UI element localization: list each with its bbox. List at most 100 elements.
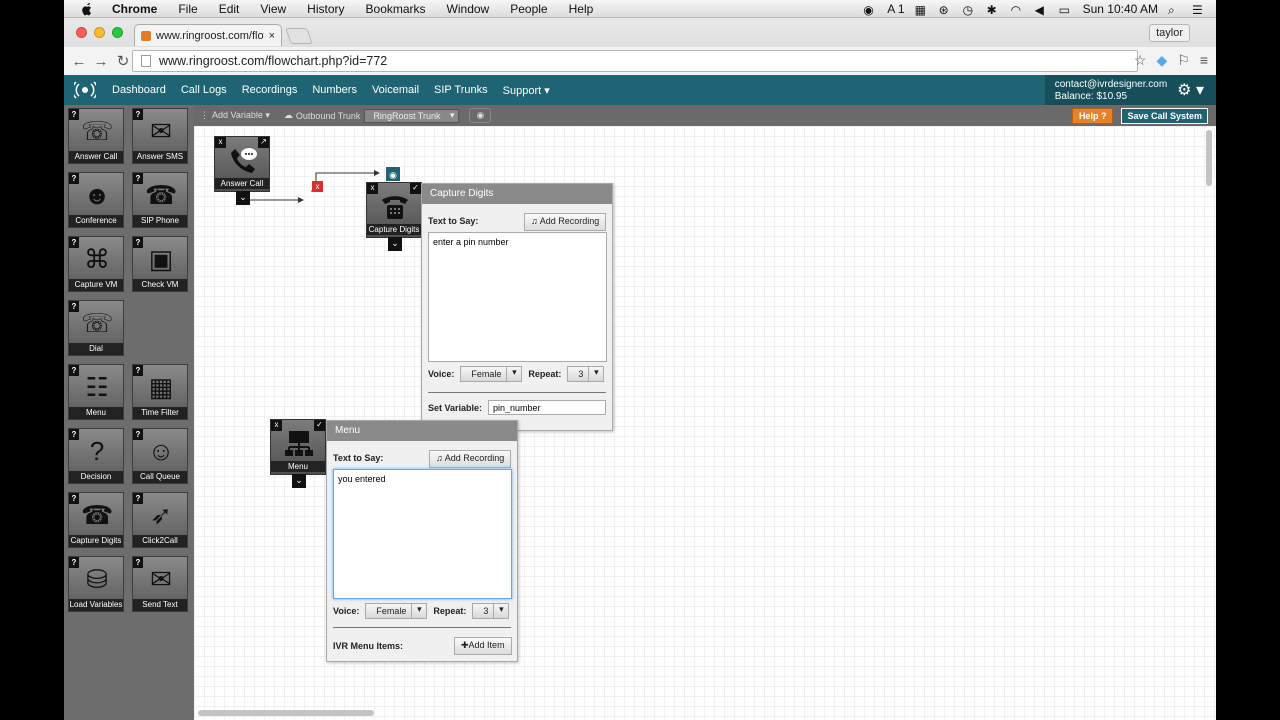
help-question-icon[interactable]: ? (69, 301, 79, 312)
help-question-icon[interactable]: ? (69, 365, 79, 376)
ringroost-logo-icon[interactable] (71, 81, 99, 99)
help-question-icon[interactable]: ? (133, 173, 143, 184)
time-machine-icon[interactable]: ◷ (963, 3, 977, 17)
widget-capture-vm[interactable]: ? ⌘ Capture VM (68, 236, 124, 292)
widget-decision[interactable]: ?? Decision (68, 428, 124, 484)
horizontal-scrollbar[interactable] (198, 710, 374, 716)
add-recording-button[interactable]: ♫ Add Recording (524, 213, 607, 231)
help-question-icon[interactable]: ? (69, 493, 79, 504)
widget-answer-call[interactable]: ? ☏ Answer Call (68, 108, 124, 164)
adobe-status[interactable]: A 1 (887, 2, 904, 16)
battery-icon[interactable]: ▭ (1059, 3, 1073, 17)
widget-click2call[interactable]: ? ➶ Click2Call (132, 492, 188, 548)
preview-eye-icon[interactable]: ◉ (469, 108, 492, 123)
os-menu-help[interactable]: Help (569, 2, 594, 16)
nav-recordings[interactable]: Recordings (242, 84, 298, 96)
repeat-select[interactable]: 3 (567, 366, 605, 382)
tab-close-icon[interactable]: × (269, 30, 275, 42)
nav-sip-trunks[interactable]: SIP Trunks (434, 84, 488, 96)
flowchart-canvas[interactable]: x ◉ x ↗ Answer Call ⌄ x ✓ Capture Digits… (194, 126, 1216, 720)
repeat-select[interactable]: 3 (472, 603, 510, 619)
back-icon[interactable]: ← (68, 53, 90, 70)
chevron-down-icon[interactable]: ⌄ (292, 474, 306, 488)
nav-call-logs[interactable]: Call Logs (181, 84, 227, 96)
help-question-icon[interactable]: ? (133, 365, 143, 376)
node-expand-icon[interactable]: ↗ (258, 137, 269, 148)
vertical-scrollbar[interactable] (1206, 130, 1212, 186)
node-check-icon[interactable]: ✓ (410, 183, 421, 194)
trunk-select[interactable]: RingRoost Trunk (364, 108, 460, 123)
new-tab-button[interactable] (285, 28, 313, 44)
node-menu[interactable]: x ✓ Menu ⌄ (270, 419, 326, 488)
account-email[interactable]: contact@ivrdesigner.com (1055, 79, 1167, 91)
wifi-icon[interactable]: ◠ (1011, 3, 1025, 17)
widget-load-variables[interactable]: ? ⛁ Load Variables (68, 556, 124, 612)
chevron-down-icon[interactable]: ⌄ (388, 237, 402, 251)
help-question-icon[interactable]: ? (69, 173, 79, 184)
widget-check-vm[interactable]: ? ▣ Check VM (132, 236, 188, 292)
help-question-icon[interactable]: ? (69, 429, 79, 440)
chevron-down-icon[interactable]: ⌄ (236, 191, 250, 205)
os-menu-window[interactable]: Window (447, 2, 490, 16)
zoom-window-button[interactable] (112, 27, 123, 38)
os-menu-people[interactable]: People (510, 2, 547, 16)
node-check-icon[interactable]: ✓ (314, 420, 325, 431)
help-question-icon[interactable]: ? (69, 237, 79, 248)
os-menu-history[interactable]: History (307, 2, 344, 16)
nav-dashboard[interactable]: Dashboard (112, 84, 166, 96)
bluetooth-icon[interactable]: ✱ (987, 3, 1001, 17)
widget-sip-phone[interactable]: ? ☎ SIP Phone (132, 172, 188, 228)
help-question-icon[interactable]: ? (69, 557, 79, 568)
extension-2-icon[interactable]: ⚐ (1177, 52, 1190, 69)
voice-select[interactable]: Female (460, 366, 523, 382)
profile-button[interactable]: taylor (1149, 24, 1190, 42)
os-menu-edit[interactable]: Edit (219, 2, 240, 16)
nav-numbers[interactable]: Numbers (312, 84, 357, 96)
close-window-button[interactable] (76, 27, 87, 38)
help-question-icon[interactable]: ? (133, 237, 143, 248)
help-question-icon[interactable]: ? (133, 493, 143, 504)
help-button[interactable]: Help ? (1071, 107, 1114, 124)
node-answer-call[interactable]: x ↗ Answer Call ⌄ (214, 136, 270, 205)
node-capture-digits[interactable]: x ✓ Capture Digits ⌄ (366, 182, 422, 251)
widget-call-queue[interactable]: ? ☺ Call Queue (132, 428, 188, 484)
volume-icon[interactable]: ◀ (1035, 3, 1049, 17)
forward-icon[interactable]: → (90, 53, 112, 70)
node-delete-icon[interactable]: x (271, 420, 282, 431)
address-bar[interactable]: www.ringroost.com/flowchart.php?id=772 (132, 50, 1138, 72)
text-to-say-input[interactable]: you entered (333, 469, 512, 599)
os-menu-file[interactable]: File (178, 2, 197, 16)
help-question-icon[interactable]: ? (133, 557, 143, 568)
apple-icon[interactable] (80, 2, 96, 16)
spotlight-icon[interactable]: ⌕ (1168, 3, 1182, 17)
widget-dial[interactable]: ? ☏ Dial (68, 300, 124, 356)
widget-conference[interactable]: ? ☻ Conference (68, 172, 124, 228)
help-question-icon[interactable]: ? (133, 429, 143, 440)
record-icon[interactable]: ◉ (863, 3, 877, 17)
widget-capture-digits[interactable]: ? ☎ Capture Digits (68, 492, 124, 548)
os-menu-view[interactable]: View (260, 2, 286, 16)
extension-icon[interactable]: ◆ (1156, 52, 1167, 69)
widget-menu[interactable]: ? ☷ Menu (68, 364, 124, 420)
nav-support[interactable]: Support ▾ (503, 84, 550, 97)
reload-icon[interactable]: ↻ (112, 52, 134, 70)
add-recording-button[interactable]: ♫ Add Recording (429, 450, 512, 468)
widget-send-text[interactable]: ? ✉ Send Text (132, 556, 188, 612)
add-item-button[interactable]: ✚Add Item (454, 637, 512, 655)
os-menu-app[interactable]: Chrome (112, 2, 157, 16)
delete-connection-icon[interactable]: x (312, 181, 323, 192)
notification-icon[interactable]: ☰ (1192, 3, 1206, 17)
clock[interactable]: Sun 10:40 AM (1083, 2, 1158, 16)
minimize-window-button[interactable] (94, 27, 105, 38)
bookmark-star-icon[interactable]: ☆ (1134, 52, 1147, 69)
help-question-icon[interactable]: ? (69, 109, 79, 120)
set-variable-input[interactable] (488, 400, 607, 415)
add-variable-button[interactable]: ⋮ Add Variable ▾ (200, 110, 270, 121)
help-question-icon[interactable]: ? (133, 109, 143, 120)
grid-icon[interactable]: ▦ (915, 3, 929, 17)
os-menu-bookmarks[interactable]: Bookmarks (366, 2, 426, 16)
browser-tab[interactable]: www.ringroost.com/flowch × (134, 24, 282, 46)
nav-voicemail[interactable]: Voicemail (372, 84, 419, 96)
widget-time-filter[interactable]: ? ▦ Time Filter (132, 364, 188, 420)
settings-gear-icon[interactable]: ⚙ ▾ (1177, 83, 1204, 99)
